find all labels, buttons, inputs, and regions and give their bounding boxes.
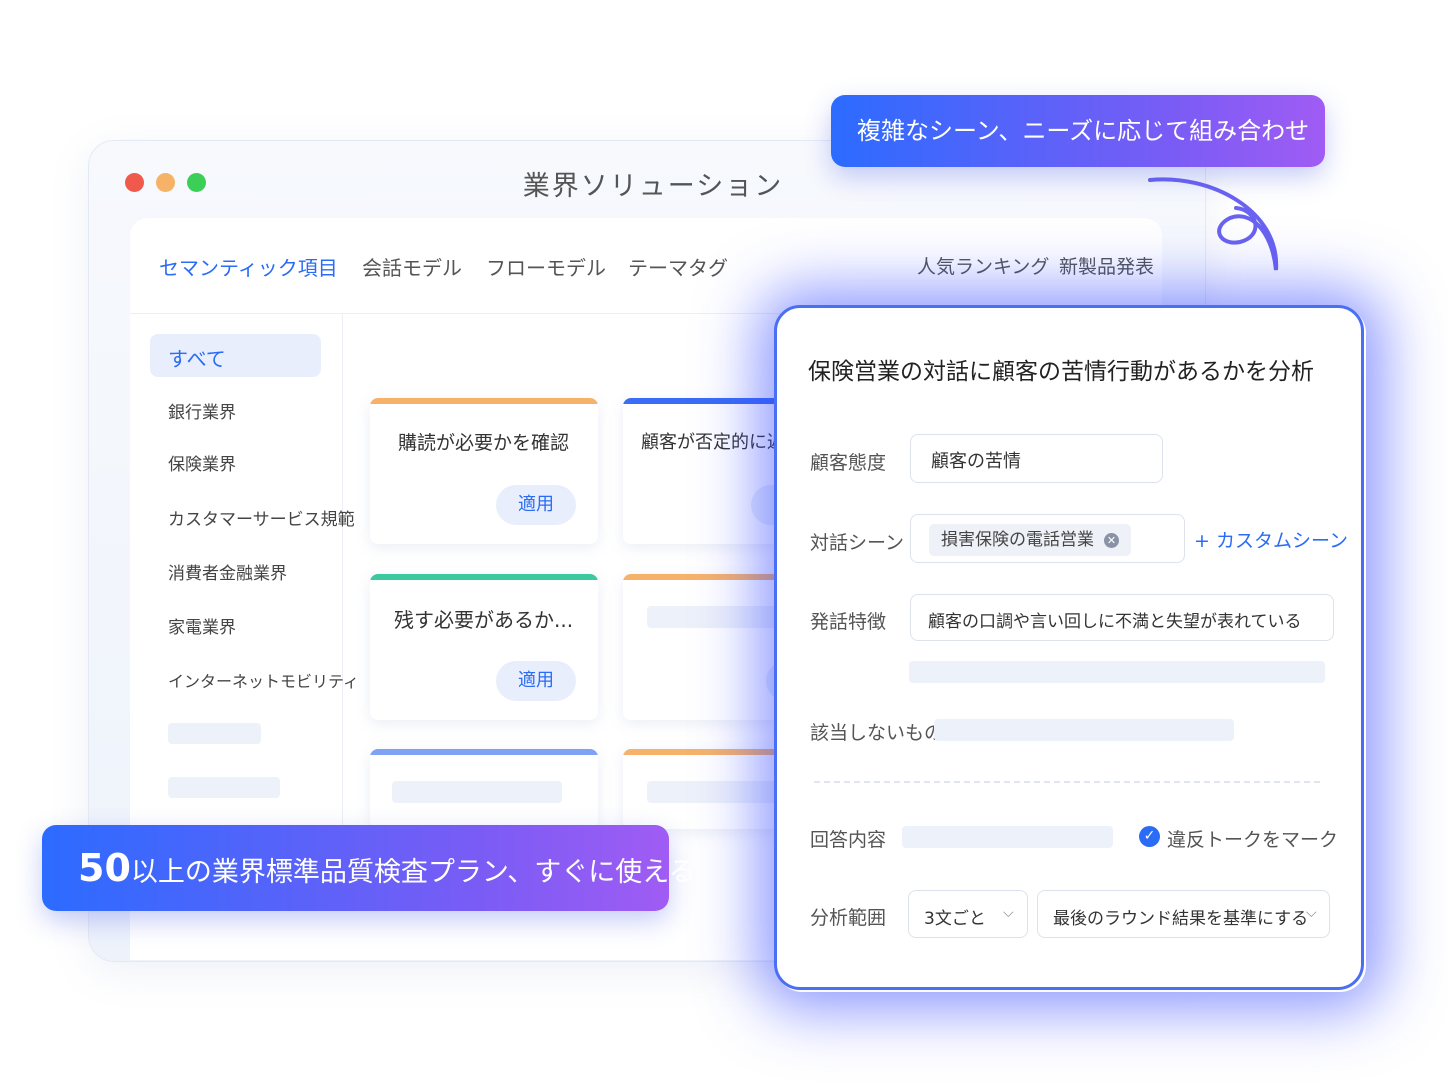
sidebar-item-customer-service[interactable]: カスタマーサービス規範 (168, 505, 355, 530)
utterance-feature-label: 発話特徴 (810, 611, 887, 633)
tab-semantic-items[interactable]: セマンティック項目 (159, 252, 338, 281)
swirl-decoration (1148, 177, 1279, 271)
solution-card[interactable]: 顧客が否定的に返 (623, 398, 783, 544)
tab-flow-model[interactable]: フローモデル (486, 252, 606, 281)
window-title: 業界ソリューション (522, 171, 784, 202)
card-accent-bar (623, 398, 783, 404)
card-accent-bar (370, 749, 598, 755)
scope-select-1[interactable]: 3文ごと ⌵ (908, 890, 1028, 938)
answer-content-label: 回答内容 (810, 829, 887, 851)
card-accent-bar (370, 398, 598, 404)
panel-title: 保険営業の対話に顧客の苦情行動があるかを分析 (808, 359, 1314, 385)
section-divider (814, 781, 1320, 783)
sidebar-placeholder (168, 723, 261, 744)
apply-button[interactable]: 適用 (496, 485, 576, 525)
card-title: 顧客が否定的に返 (641, 432, 783, 453)
dialogue-scene-label: 対話シーン (810, 532, 905, 554)
card-placeholder (647, 606, 783, 628)
solution-card[interactable] (623, 574, 783, 720)
scope-select-1-value: 3文ごと (924, 909, 986, 929)
analysis-panel (774, 305, 1364, 990)
sidebar-item-consumer-finance[interactable]: 消費者金融業界 (168, 559, 287, 584)
sidebar-item-appliances[interactable]: 家電業界 (168, 613, 236, 638)
solution-card[interactable] (370, 749, 598, 829)
scope-select-2-value: 最後のラウンド結果を基準にする (1053, 909, 1309, 929)
utterance-feature-field[interactable]: 顧客の口調や言い回しに不満と失望が表れている (910, 594, 1334, 641)
sidebar-item-insurance[interactable]: 保険業界 (168, 450, 236, 475)
card-title: 購読が必要かを確認 (398, 432, 570, 454)
callout-bottom: 50以上の業界標準品質検査プラン、すぐに使える (42, 825, 695, 911)
dialogue-scene-field[interactable]: 損害保険の電話営業 ✕ (910, 514, 1185, 563)
answer-placeholder (902, 826, 1113, 848)
card-title: 残す必要があるか... (394, 608, 574, 632)
not-applicable-placeholder (934, 719, 1234, 741)
tab-popular-ranking[interactable]: 人気ランキング (917, 252, 1049, 279)
scene-chip: 損害保険の電話営業 ✕ (929, 524, 1131, 556)
check-icon[interactable]: ✓ (1139, 826, 1160, 847)
apply-button[interactable]: 適用 (496, 661, 576, 701)
sidebar-divider (342, 314, 343, 834)
close-icon[interactable]: ✕ (1104, 532, 1119, 548)
sidebar-item-all[interactable]: すべて (168, 343, 226, 372)
solution-card[interactable]: 残す必要があるか... 適用 (370, 574, 598, 720)
solution-card[interactable] (623, 749, 783, 829)
field-placeholder (909, 661, 1325, 683)
card-accent-bar (623, 574, 783, 580)
sidebar-item-banking[interactable]: 銀行業界 (168, 398, 236, 423)
sidebar-item-internet-mobility[interactable]: インターネットモビリティ (168, 668, 359, 692)
scene-chip-label: 損害保険の電話営業 (941, 530, 1094, 550)
card-accent-bar (370, 574, 598, 580)
card-accent-bar (623, 749, 783, 755)
not-applicable-label: 該当しないもの (810, 722, 944, 744)
tab-theme-tag[interactable]: テーマタグ (628, 252, 728, 281)
customer-attitude-label: 顧客態度 (810, 452, 887, 474)
callout-top: 複雑なシーン、ニーズに応じて組み合わせ (831, 95, 1325, 167)
analysis-scope-label: 分析範囲 (810, 907, 887, 929)
callout-number: 50 (78, 846, 131, 890)
card-placeholder (647, 781, 783, 803)
tab-conversation-model[interactable]: 会話モデル (362, 252, 462, 281)
chevron-down-icon: ⌵ (1306, 905, 1317, 921)
chevron-down-icon: ⌵ (1003, 905, 1014, 921)
sidebar-placeholder (168, 777, 280, 798)
custom-scene-link[interactable]: + カスタムシーン (1194, 526, 1348, 553)
customer-attitude-field[interactable]: 顧客の苦情 (910, 434, 1163, 483)
card-placeholder (392, 781, 562, 803)
solution-card[interactable]: 購読が必要かを確認 適用 (370, 398, 598, 544)
mark-violation-label[interactable]: 違反トークをマーク (1167, 825, 1338, 852)
callout-text: 以上の業界標準品質検査プラン、すぐに使える (130, 857, 696, 888)
scope-select-2[interactable]: 最後のラウンド結果を基準にする ⌵ (1037, 890, 1330, 938)
